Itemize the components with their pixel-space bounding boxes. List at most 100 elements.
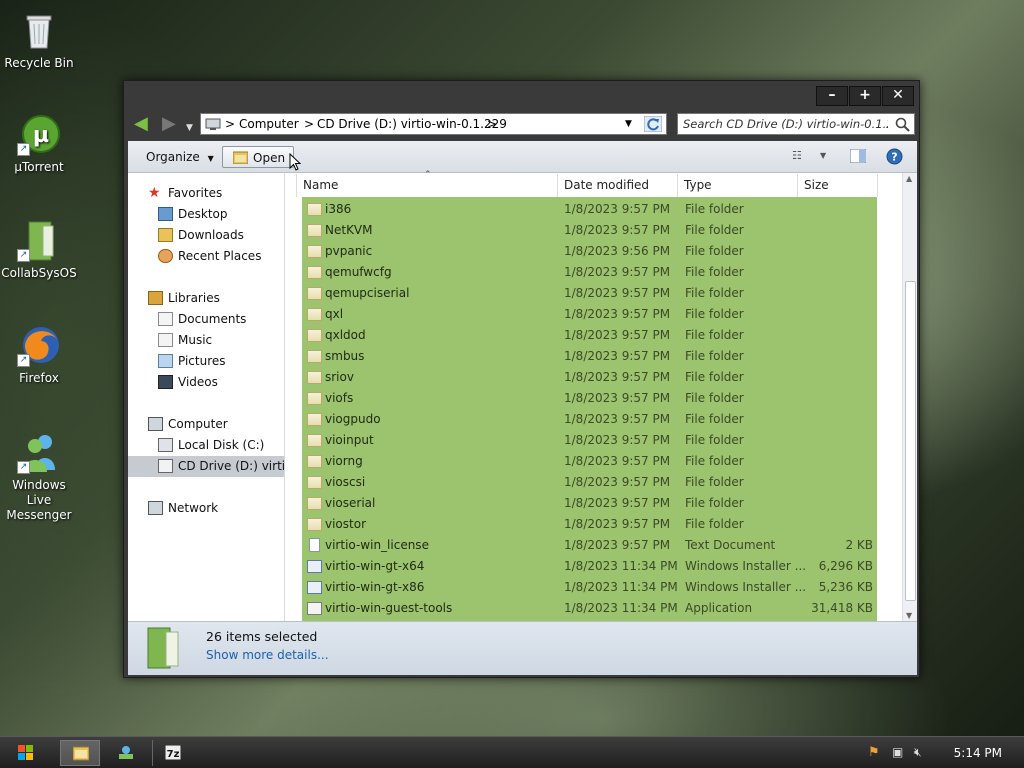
network-taskbar-button[interactable] xyxy=(106,740,146,766)
volume-muted-icon[interactable]: 🔇︎ xyxy=(914,745,922,760)
nav-local-disk-c[interactable]: Local Disk (C:) xyxy=(128,435,284,456)
file-row[interactable]: sriov 1/8/2023 9:57 PM File folder xyxy=(302,367,877,388)
search-icon[interactable] xyxy=(895,117,910,132)
folder-icon xyxy=(307,329,322,342)
file-name: qxldod xyxy=(325,328,366,342)
column-header-name[interactable]: Name xyxy=(296,174,558,197)
file-row[interactable]: viofs 1/8/2023 9:57 PM File folder xyxy=(302,388,877,409)
show-more-details-link[interactable]: Show more details... xyxy=(206,648,329,662)
explorer-taskbar-button[interactable] xyxy=(60,740,100,766)
vertical-scrollbar[interactable]: ▲ ▼ xyxy=(902,173,917,621)
open-label: Open xyxy=(253,151,286,165)
file-type: File folder xyxy=(685,517,744,531)
nav-recent-places[interactable]: Recent Places xyxy=(128,246,284,267)
file-name: sriov xyxy=(325,370,354,384)
nav-favorites[interactable]: ★ Favorites xyxy=(128,183,284,204)
scroll-up-arrow-icon[interactable]: ▲ xyxy=(906,174,912,183)
details-pane: 26 items selected Show more details... xyxy=(128,621,917,675)
file-row[interactable]: virtio-win-gt-x64 1/8/2023 11:34 PM Window… xyxy=(302,556,877,577)
column-header-type[interactable]: Type xyxy=(678,174,798,197)
maximize-button[interactable]: + xyxy=(849,86,881,106)
file-row[interactable]: viogpudo 1/8/2023 9:57 PM File folder xyxy=(302,409,877,430)
organize-menu[interactable]: Organize ▼ xyxy=(146,146,214,168)
file-row[interactable]: NetKVM 1/8/2023 9:57 PM File folder xyxy=(302,220,877,241)
svg-text:?: ? xyxy=(891,151,897,164)
desktop-icon-utorrent[interactable]: µ ↗ µTorrent xyxy=(0,112,78,175)
nav-label: Computer xyxy=(168,417,228,431)
file-name: viogpudo xyxy=(325,412,381,426)
file-row[interactable]: vioinput 1/8/2023 9:57 PM File folder xyxy=(302,430,877,451)
7zip-taskbar-button[interactable]: 7z xyxy=(152,740,192,766)
breadcrumb-separator: > xyxy=(487,117,498,131)
file-row[interactable]: smbus 1/8/2023 9:57 PM File folder xyxy=(302,346,877,367)
nav-videos[interactable]: Videos xyxy=(128,372,284,393)
file-row[interactable]: i386 1/8/2023 9:57 PM File folder xyxy=(302,199,877,220)
minimize-button[interactable]: – xyxy=(816,86,848,106)
column-header-date[interactable]: Date modified xyxy=(558,174,678,197)
content-area: ★ Favorites Desktop Downloads Recent Pla… xyxy=(128,170,917,621)
file-row[interactable]: virtio-win_license 1/8/2023 9:57 PM Text D… xyxy=(302,535,877,556)
open-button[interactable]: Open xyxy=(222,146,295,168)
file-name: qemupciserial xyxy=(325,286,410,300)
start-button[interactable] xyxy=(6,740,46,766)
action-center-flag-icon[interactable]: ⚑ xyxy=(868,745,880,760)
view-options-icon[interactable]: ☷ xyxy=(792,149,802,162)
command-bar: Organize ▼ Open ☷ ▼ ? xyxy=(128,141,917,173)
file-type: Windows Installer ... xyxy=(685,580,807,594)
preview-pane-icon[interactable] xyxy=(850,149,866,163)
folder-icon xyxy=(307,518,322,531)
file-row[interactable]: qxl 1/8/2023 9:57 PM File folder xyxy=(302,304,877,325)
network-tray-icon[interactable]: ▣ xyxy=(892,745,903,759)
column-header-size[interactable]: Size xyxy=(798,174,878,197)
file-row[interactable]: viorng 1/8/2023 9:57 PM File folder xyxy=(302,451,877,472)
breadcrumb-cd-drive[interactable]: CD Drive (D:) virtio-win-0.1.229 xyxy=(317,117,507,131)
file-row[interactable]: qemufwcfg 1/8/2023 9:57 PM File folder xyxy=(302,262,877,283)
file-name: qxl xyxy=(325,307,344,321)
scrollbar-thumb[interactable] xyxy=(905,281,916,601)
file-row[interactable]: qemupciserial 1/8/2023 9:57 PM File folder xyxy=(302,283,877,304)
scroll-down-arrow-icon[interactable]: ▼ xyxy=(906,611,912,620)
file-row[interactable]: vioserial 1/8/2023 9:57 PM File folder xyxy=(302,493,877,514)
desktop-icon-recycle-bin[interactable]: Recycle Bin xyxy=(0,8,78,71)
file-row[interactable]: pvpanic 1/8/2023 9:56 PM File folder xyxy=(302,241,877,262)
nav-cd-drive-d[interactable]: CD Drive (D:) virtio-win-0.1.229 xyxy=(128,456,284,477)
file-name: viostor xyxy=(325,517,367,531)
file-name: virtio-win_license xyxy=(325,538,429,552)
nav-libraries[interactable]: Libraries xyxy=(128,288,284,309)
folder-icon xyxy=(307,371,322,384)
nav-label: Local Disk (C:) xyxy=(178,438,265,452)
nav-pictures[interactable]: Pictures xyxy=(128,351,284,372)
address-bar[interactable]: > Computer > CD Drive (D:) virtio-win-0.… xyxy=(200,113,667,135)
breadcrumb-computer[interactable]: Computer xyxy=(239,117,299,131)
file-type: File folder xyxy=(685,370,744,384)
nav-downloads[interactable]: Downloads xyxy=(128,225,284,246)
desktop-icon-label: Recycle Bin xyxy=(4,56,74,70)
view-chevron-down-icon[interactable]: ▼ xyxy=(820,151,826,160)
nav-network[interactable]: Network xyxy=(128,498,284,519)
nav-computer[interactable]: Computer xyxy=(128,414,284,435)
address-dropdown-chevron-icon[interactable]: ▼ xyxy=(625,119,632,129)
nav-label: Libraries xyxy=(168,291,220,305)
close-button[interactable]: ✕ xyxy=(882,86,914,106)
desktop-icon-collabsysos[interactable]: ↗ CollabSysOS xyxy=(0,218,78,281)
nav-music[interactable]: Music xyxy=(128,330,284,351)
nav-desktop[interactable]: Desktop xyxy=(128,204,284,225)
file-name: qemufwcfg xyxy=(325,265,392,279)
taskbar-clock[interactable]: 5:14 PM xyxy=(954,746,1002,760)
desktop-icon-firefox[interactable]: ↗ Firefox xyxy=(0,323,78,386)
folder-icon xyxy=(307,287,322,300)
search-input[interactable] xyxy=(678,114,888,134)
file-row[interactable]: viostor 1/8/2023 9:57 PM File folder xyxy=(302,514,877,535)
refresh-icon[interactable] xyxy=(644,116,662,132)
desktop-icon-windows-live-messenger[interactable]: ↗ Windows Live Messenger xyxy=(0,430,78,523)
recent-places-icon xyxy=(158,249,173,263)
forward-arrow-icon[interactable]: ▶ xyxy=(162,115,176,133)
file-row[interactable]: virtio-win-gt-x86 1/8/2023 11:34 PM Window… xyxy=(302,577,877,598)
file-row[interactable]: virtio-win-guest-tools 1/8/2023 11:34 PM A… xyxy=(302,598,877,619)
help-icon[interactable]: ? xyxy=(886,148,903,165)
file-row[interactable]: vioscsi 1/8/2023 9:57 PM File folder xyxy=(302,472,877,493)
nav-documents[interactable]: Documents xyxy=(128,309,284,330)
back-arrow-icon[interactable]: ◀ xyxy=(134,115,148,133)
file-row[interactable]: qxldod 1/8/2023 9:57 PM File folder xyxy=(302,325,877,346)
recent-pages-chevron-icon[interactable]: ▼ xyxy=(186,119,193,137)
